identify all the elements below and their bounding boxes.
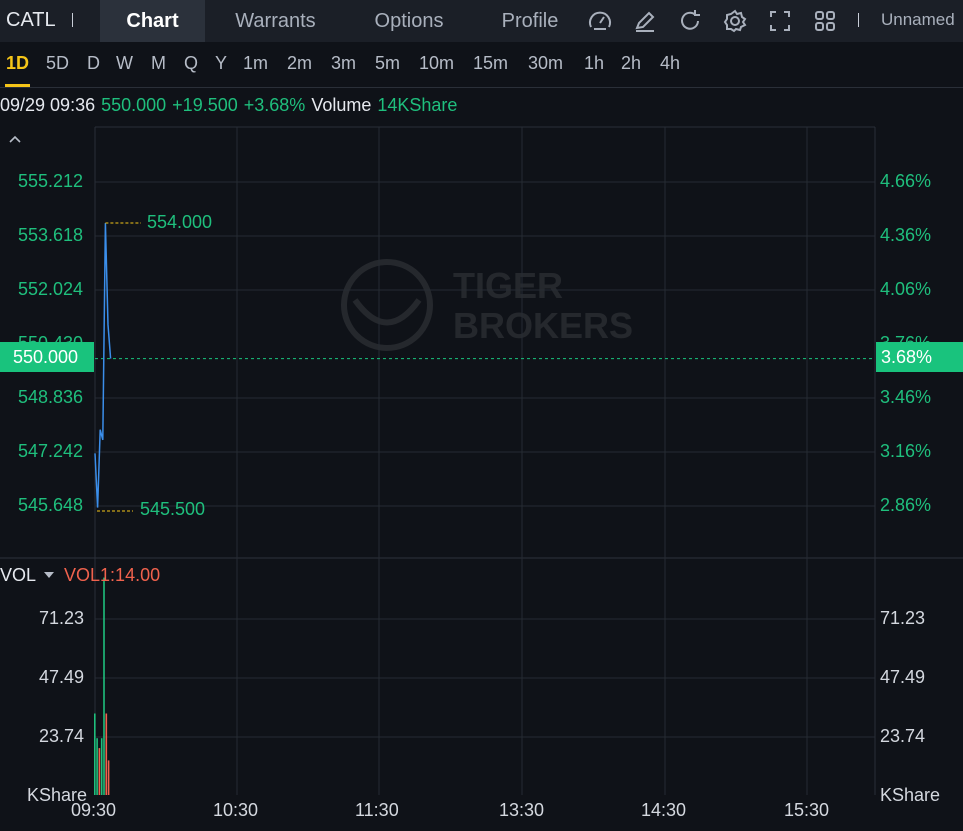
- price-line: [94, 223, 112, 508]
- tiger-brokers-watermark: TIGER BROKERS: [341, 259, 633, 351]
- time-tick: 15:30: [784, 800, 830, 820]
- time-tick: 13:30: [499, 800, 545, 820]
- time-tick: 11:30: [355, 800, 399, 820]
- chart-canvas[interactable]: TIGER BROKERS: [0, 0, 963, 831]
- pct-tick-right: 2.86%: [880, 495, 932, 515]
- volume-pane-header: VOL VOL1:14.00: [0, 565, 160, 586]
- pct-tick-right: 4.06%: [880, 279, 932, 299]
- volume-tick-left: 47.49: [39, 667, 85, 687]
- volume-bar: [98, 748, 101, 795]
- volume-indicator-value: VOL1:14.00: [64, 565, 161, 585]
- volume-bar: [94, 713, 96, 795]
- pct-tick-right: 3.16%: [880, 441, 932, 461]
- chart-grid: [0, 126, 963, 795]
- volume-tick-right: 71.23: [880, 608, 926, 628]
- current-price-marker: 550.000: [0, 342, 94, 372]
- volume-bars-layer: [94, 577, 110, 795]
- volume-bar: [105, 713, 108, 795]
- low-price-label: 545.500: [140, 499, 206, 519]
- price-tick-left: 552.024: [18, 279, 84, 299]
- pct-tick-right: 4.36%: [880, 225, 932, 245]
- pct-tick-right: 3.46%: [880, 387, 932, 407]
- volume-tick-right: 47.49: [880, 667, 926, 687]
- high-price-label: 554.000: [147, 212, 213, 232]
- volume-bar: [103, 577, 105, 795]
- time-tick: 14:30: [641, 800, 687, 820]
- price-tick-left: 555.212: [18, 171, 84, 191]
- indicator-dropdown-icon[interactable]: [44, 571, 55, 578]
- volume-pane-name: VOL: [0, 565, 37, 585]
- volume-bar: [100, 738, 103, 795]
- price-tick-left: 548.836: [18, 387, 84, 407]
- volume-tick-right: 23.74: [880, 726, 926, 746]
- volume-tick-left: 23.74: [39, 726, 85, 746]
- volume-bar: [107, 760, 110, 795]
- volume-unit-right: KShare: [880, 785, 941, 805]
- watermark-line2: BROKERS: [453, 305, 633, 346]
- time-tick: 09:30: [71, 800, 117, 820]
- price-tick-left: 547.242: [18, 441, 84, 461]
- price-tick-left: 553.618: [18, 225, 84, 245]
- volume-tick-left: 71.23: [39, 608, 85, 628]
- time-tick: 10:30: [213, 800, 259, 820]
- current-pct-marker: 3.68%: [876, 342, 963, 372]
- watermark-line1: TIGER: [453, 265, 563, 306]
- volume-bar: [96, 738, 98, 795]
- pct-tick-right: 4.66%: [880, 171, 932, 191]
- price-tick-left: 545.648: [18, 495, 84, 515]
